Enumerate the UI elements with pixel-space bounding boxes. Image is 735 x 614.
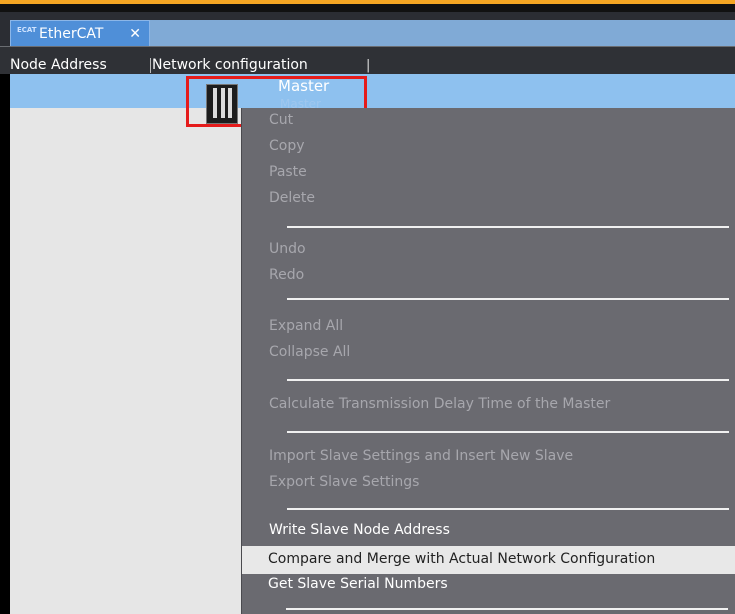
menu-item-export-slave[interactable]: Export Slave Settings bbox=[269, 474, 419, 490]
menu-item-collapse-all[interactable]: Collapse All bbox=[269, 344, 350, 360]
column-node-address[interactable]: Node Address bbox=[10, 56, 107, 74]
column-network-configuration[interactable]: Network configuration bbox=[152, 56, 308, 74]
menu-item-calc-delay[interactable]: Calculate Transmission Delay Time of the… bbox=[269, 396, 610, 412]
window-top-bar bbox=[0, 4, 735, 12]
column-divider[interactable] bbox=[150, 58, 151, 73]
tab-strip: ECAT EtherCAT ✕ bbox=[0, 12, 735, 47]
left-border bbox=[0, 74, 10, 614]
menu-item-import-slave[interactable]: Import Slave Settings and Insert New Sla… bbox=[269, 448, 573, 464]
menu-separator bbox=[287, 226, 729, 228]
tab-strip-fill bbox=[150, 20, 735, 46]
menu-item-compare-merge[interactable]: Compare and Merge with Actual Network Co… bbox=[268, 551, 655, 567]
tab-ethercat[interactable]: ECAT EtherCAT ✕ bbox=[10, 20, 150, 46]
menu-separator bbox=[287, 379, 729, 381]
column-divider-end: | bbox=[366, 58, 371, 73]
menu-item-paste[interactable]: Paste bbox=[269, 164, 307, 180]
close-icon[interactable]: ✕ bbox=[129, 21, 141, 47]
menu-item-write-node-address[interactable]: Write Slave Node Address bbox=[269, 522, 450, 538]
column-header: Node Address Network configuration | bbox=[0, 56, 735, 74]
menu-separator bbox=[287, 431, 729, 433]
menu-item-expand-all[interactable]: Expand All bbox=[269, 318, 343, 334]
menu-separator bbox=[287, 298, 729, 300]
tree-row-master[interactable] bbox=[10, 74, 735, 108]
menu-item-compare-merge-row[interactable]: Compare and Merge with Actual Network Co… bbox=[242, 546, 735, 574]
menu-item-copy[interactable]: Copy bbox=[269, 138, 305, 154]
menu-item-cut[interactable]: Cut bbox=[269, 112, 293, 128]
menu-item-delete[interactable]: Delete bbox=[269, 190, 315, 206]
tab-title: EtherCAT bbox=[39, 26, 104, 42]
menu-item-undo[interactable]: Undo bbox=[269, 241, 306, 257]
ethercat-icon: ECAT bbox=[17, 26, 37, 34]
menu-separator bbox=[287, 508, 729, 510]
menu-item-redo[interactable]: Redo bbox=[269, 267, 304, 283]
menu-item-get-serial-numbers[interactable]: Get Slave Serial Numbers bbox=[268, 576, 448, 592]
menu-separator bbox=[286, 608, 728, 610]
context-menu: Cut Copy Paste Delete Undo Redo Expand A… bbox=[241, 108, 735, 614]
